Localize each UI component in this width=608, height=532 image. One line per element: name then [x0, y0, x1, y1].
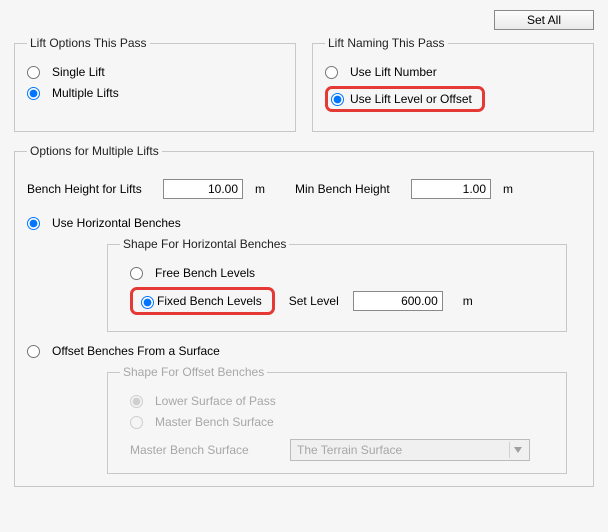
lower-surface-label: Lower Surface of Pass — [155, 394, 276, 408]
lift-naming-legend: Lift Naming This Pass — [325, 36, 448, 50]
fixed-bench-radio[interactable] — [141, 296, 154, 309]
min-bench-unit: m — [503, 182, 513, 196]
bench-height-input[interactable] — [163, 179, 243, 199]
free-bench-radio[interactable] — [130, 267, 143, 280]
use-lift-level-highlight: Use Lift Level or Offset — [325, 86, 485, 112]
header-row: Set All — [14, 10, 594, 30]
free-bench-label: Free Bench Levels — [155, 266, 255, 280]
settings-panel: Set All Lift Options This Pass Single Li… — [0, 0, 608, 532]
multiple-lifts-radio[interactable] — [27, 87, 40, 100]
lift-options-group: Lift Options This Pass Single Lift Multi… — [14, 36, 296, 132]
fixed-bench-highlight: Fixed Bench Levels — [130, 287, 275, 315]
master-surface-select: The Terrain Surface — [290, 439, 530, 461]
use-lift-number-label: Use Lift Number — [350, 65, 437, 79]
single-lift-label: Single Lift — [52, 65, 105, 79]
master-surface-select-value: The Terrain Surface — [297, 443, 402, 457]
use-horizontal-radio[interactable] — [27, 217, 40, 230]
min-bench-label: Min Bench Height — [295, 182, 405, 196]
lower-surface-radio — [130, 395, 143, 408]
multiple-lifts-label: Multiple Lifts — [52, 86, 119, 100]
min-bench-row: Min Bench Height m — [295, 179, 513, 199]
multiple-lifts-options-legend: Options for Multiple Lifts — [27, 144, 162, 158]
offset-benches-legend: Shape For Offset Benches — [120, 365, 267, 379]
set-level-label: Set Level — [289, 294, 339, 308]
bench-height-unit: m — [255, 182, 265, 196]
horizontal-benches-group: Shape For Horizontal Benches Free Bench … — [107, 237, 567, 332]
offset-benches-radio[interactable] — [27, 345, 40, 358]
offset-benches-label: Offset Benches From a Surface — [52, 344, 220, 358]
use-horizontal-label: Use Horizontal Benches — [52, 216, 181, 230]
single-lift-radio[interactable] — [27, 66, 40, 79]
lift-options-legend: Lift Options This Pass — [27, 36, 150, 50]
lift-naming-group: Lift Naming This Pass Use Lift Number Us… — [312, 36, 594, 132]
set-level-input[interactable] — [353, 291, 443, 311]
multiple-lifts-options-group: Options for Multiple Lifts Bench Height … — [14, 144, 594, 487]
bench-height-row: Bench Height for Lifts m — [27, 179, 265, 199]
set-all-button[interactable]: Set All — [494, 10, 594, 30]
min-bench-input[interactable] — [411, 179, 491, 199]
master-surface-radio — [130, 416, 143, 429]
bench-height-label: Bench Height for Lifts — [27, 182, 157, 196]
master-surface-label: Master Bench Surface — [155, 415, 274, 429]
set-level-unit: m — [463, 294, 473, 308]
fixed-bench-label: Fixed Bench Levels — [157, 294, 262, 308]
master-surface-select-label: Master Bench Surface — [130, 443, 280, 457]
use-lift-level-radio[interactable] — [331, 93, 344, 106]
offset-benches-group: Shape For Offset Benches Lower Surface o… — [107, 365, 567, 474]
use-lift-level-label: Use Lift Level or Offset — [350, 92, 472, 106]
use-lift-number-radio[interactable] — [325, 66, 338, 79]
chevron-down-icon — [509, 442, 525, 458]
horizontal-benches-legend: Shape For Horizontal Benches — [120, 237, 289, 251]
